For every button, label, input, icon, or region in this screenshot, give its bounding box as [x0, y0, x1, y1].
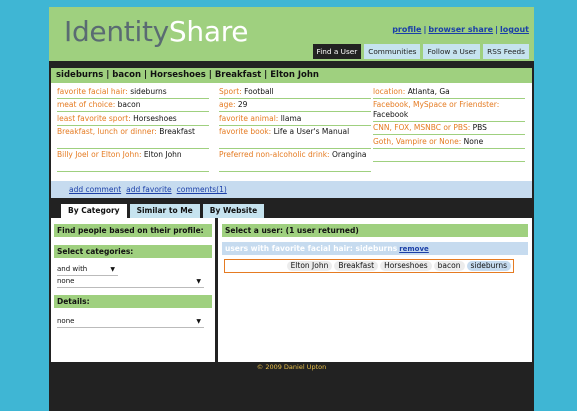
page-container: IdentityShare profile | browser share | logo…: [49, 7, 534, 411]
tab-by-category[interactable]: By Category: [61, 204, 127, 218]
field-label: least favorite sport:: [57, 113, 131, 123]
profile-field: Facebook, MySpace or Friendster: Faceboo…: [373, 99, 525, 122]
field-value: Orangina: [331, 150, 367, 159]
profile-field: favorite facial hair: sideburns: [57, 85, 209, 99]
field-value: bacon: [117, 100, 141, 109]
user-tag-chip[interactable]: bacon: [433, 261, 465, 271]
field-label: Facebook, MySpace or Friendster:: [373, 100, 500, 109]
search-tabs: By Category Similar to Me By Website: [61, 204, 265, 218]
profile-field: least favorite sport: Horseshoes: [57, 112, 209, 126]
profile-field: favorite animal: llama: [219, 112, 371, 126]
field-value: Life a User's Manual: [273, 127, 350, 136]
field-value: llama: [280, 113, 302, 123]
profile-field: favorite book: Life a User's Manual: [219, 126, 371, 149]
details-heading: Details:: [54, 295, 212, 308]
andwith-select[interactable]: and with ▼: [57, 264, 118, 276]
user-tag-chip[interactable]: Elton John: [286, 261, 333, 271]
category-filter-panel: Find people based on their profile: Sele…: [51, 218, 215, 362]
user-tag-chip[interactable]: Horseshoes: [380, 261, 432, 271]
field-value: Football: [244, 86, 274, 96]
profile-link[interactable]: profile: [392, 25, 421, 34]
profile-column-1: favorite facial hair: sideburns meat of …: [57, 85, 209, 172]
field-value: Horseshoes: [133, 113, 177, 123]
browser-share-link[interactable]: browser share: [428, 25, 493, 34]
user-tag-chip[interactable]: Breakfast: [334, 261, 379, 271]
profile-column-2: Sport: Football age: 29 favorite animal:…: [219, 85, 371, 172]
field-label: location:: [373, 86, 406, 96]
profile-field: Goth, Vampire or None: None: [373, 135, 525, 149]
dropdown-arrow-icon: ▼: [196, 318, 201, 325]
tab-by-website[interactable]: By Website: [202, 204, 265, 218]
profile-field: location: Atlanta, Ga: [373, 85, 525, 99]
field-label: favorite book:: [219, 127, 272, 136]
browser-frame: IdentityShare profile | browser share | logo…: [0, 0, 577, 411]
logout-link[interactable]: logout: [500, 25, 529, 34]
tab-follow-a-user[interactable]: Follow a User: [423, 44, 481, 59]
active-filter-text: users with favorite facial hair: sidebur…: [225, 244, 398, 253]
link-separator: |: [423, 25, 427, 34]
profile-field-empty: [373, 149, 525, 162]
profile-field: age: 29: [219, 99, 371, 112]
tab-communities[interactable]: Communities: [364, 44, 421, 59]
field-label: age:: [219, 100, 236, 109]
profile-field: Sport: Football: [219, 85, 371, 99]
add-favorite-link[interactable]: add favorite: [126, 185, 172, 194]
profile-title: sideburns | bacon | Horseshoes | Breakfa…: [51, 68, 532, 83]
field-value: Atlanta, Ga: [407, 86, 450, 96]
dropdown-arrow-icon: ▼: [110, 266, 115, 273]
field-label: favorite animal:: [219, 113, 279, 123]
details-select-value: none: [57, 317, 75, 325]
profile-column-3: location: Atlanta, Ga Facebook, MySpace …: [373, 85, 525, 162]
field-label: Preferred non-alcoholic drink:: [219, 150, 330, 159]
profile-panel: sideburns | bacon | Horseshoes | Breakfa…: [51, 68, 532, 198]
tab-similar-to-me[interactable]: Similar to Me: [129, 204, 200, 218]
profile-field: Billy Joel or Elton John: Elton John: [57, 149, 209, 172]
andwith-select-value: and with: [57, 265, 88, 273]
field-label: CNN, FOX, MSNBC or PBS:: [373, 123, 471, 132]
logo-part-share: Share: [168, 15, 249, 48]
remove-filter-link[interactable]: remove: [399, 245, 429, 253]
field-value: Breakfast: [159, 127, 195, 136]
link-separator: |: [495, 25, 499, 34]
header: IdentityShare profile | browser share | logo…: [49, 7, 534, 61]
user-tag-chip[interactable]: sideburns: [466, 261, 511, 271]
main-nav: Find a User Communities Follow a User RS…: [312, 44, 529, 59]
field-label: meat of choice:: [57, 100, 116, 109]
logo-part-identity: Identity: [64, 15, 169, 48]
field-label: Breakfast, lunch or dinner:: [57, 127, 157, 136]
site-logo[interactable]: IdentityShare: [64, 15, 249, 48]
field-value: 29: [237, 100, 248, 109]
field-label: Goth, Vampire or None:: [373, 136, 462, 146]
results-panel: Select a user: (1 user returned) users w…: [218, 218, 532, 362]
select-categories-heading: Select categories:: [54, 245, 212, 258]
profile-field: meat of choice: bacon: [57, 99, 209, 112]
add-comment-link[interactable]: add comment: [69, 185, 121, 194]
result-user-row[interactable]: Elton John Breakfast Horseshoes bacon si…: [224, 259, 514, 273]
field-value: PBS: [472, 123, 487, 132]
top-links: profile | browser share | logout: [392, 25, 529, 34]
field-value: sideburns: [130, 86, 167, 96]
profile-actions: add comment add favorite comments(1): [51, 181, 532, 198]
category-select[interactable]: none ▼: [57, 276, 204, 288]
dropdown-arrow-icon: ▼: [196, 278, 201, 285]
profile-field: Preferred non-alcoholic drink: Orangina: [219, 149, 371, 172]
field-value: Facebook: [373, 109, 409, 119]
comments-link[interactable]: comments(1): [177, 185, 227, 194]
tab-rss-feeds[interactable]: RSS Feeds: [483, 44, 529, 59]
footer-copyright: © 2009 Daniel Upton: [256, 363, 327, 371]
field-label: Billy Joel or Elton John:: [57, 150, 142, 159]
details-select[interactable]: none ▼: [57, 316, 204, 328]
field-value: Elton John: [143, 150, 182, 159]
results-heading: Select a user: (1 user returned): [222, 224, 528, 237]
profile-field: Breakfast, lunch or dinner: Breakfast: [57, 126, 209, 149]
find-people-heading: Find people based on their profile:: [54, 224, 212, 237]
field-label: Sport:: [219, 86, 242, 96]
field-value: None: [463, 136, 484, 146]
tab-find-a-user[interactable]: Find a User: [312, 44, 362, 59]
profile-field: CNN, FOX, MSNBC or PBS: PBS: [373, 122, 525, 135]
category-select-value: none: [57, 277, 75, 285]
field-label: favorite facial hair:: [57, 86, 128, 96]
active-filter: users with favorite facial hair: sidebur…: [222, 242, 528, 255]
